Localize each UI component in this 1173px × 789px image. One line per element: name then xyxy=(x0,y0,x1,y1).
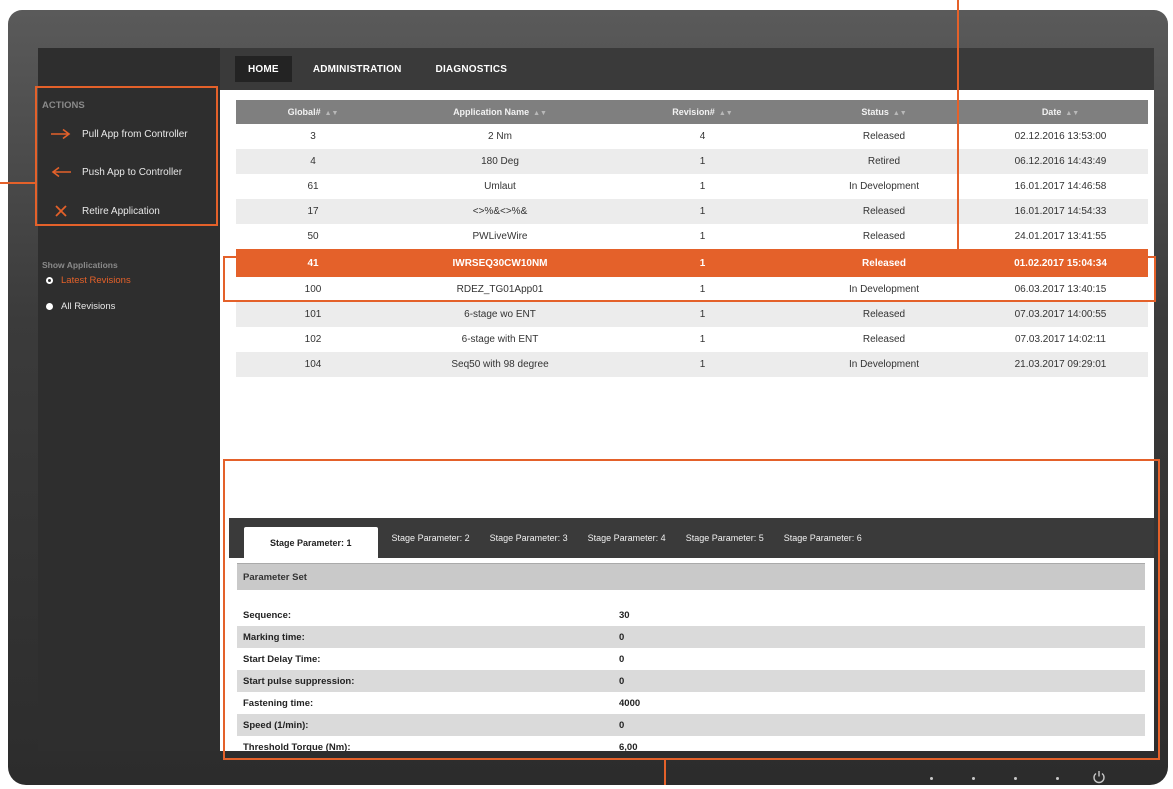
table-cell-status: Retired xyxy=(867,156,901,167)
table-cell-global: 104 xyxy=(304,359,322,370)
table-cell-date: 07.03.2017 14:02:11 xyxy=(1014,334,1106,345)
tab-administration[interactable]: ADMINISTRATION xyxy=(300,56,415,82)
table-cell-global: 101 xyxy=(304,309,322,320)
callout-line-actions xyxy=(0,182,35,184)
column-header-date[interactable]: Date ▲▼ xyxy=(973,107,1148,117)
table-cell-revision: 1 xyxy=(699,231,706,242)
sort-icon: ▲▼ xyxy=(1065,110,1080,117)
table-cell-date: 06.12.2016 14:43:49 xyxy=(1014,156,1107,167)
tab-diagnostics[interactable]: DIAGNOSTICS xyxy=(423,56,521,82)
power-icon[interactable] xyxy=(1092,770,1106,789)
callout-line-selected-row xyxy=(957,0,959,256)
radio-latest-label: Latest Revisions xyxy=(61,275,131,286)
table-row[interactable]: 3 2 Nm 4 Released 02.12.2016 13:53:00 xyxy=(236,124,1148,149)
radio-selected-icon xyxy=(46,277,53,284)
sort-icon: ▲▼ xyxy=(533,110,547,117)
table-cell-date: 24.01.2017 13:41:55 xyxy=(1014,231,1107,242)
column-header-application-name[interactable]: Application Name ▲▼ xyxy=(390,107,610,117)
table-cell-name: Seq50 with 98 degree xyxy=(451,359,549,370)
table-row[interactable]: 101 6-stage wo ENT 1 Released 07.03.2017 14:… xyxy=(236,302,1148,327)
tab-home[interactable]: HOME xyxy=(235,56,292,82)
table-cell-status: Released xyxy=(862,131,906,142)
table-cell-date: 21.03.2017 09:29:01 xyxy=(1014,359,1107,370)
radio-latest-revisions[interactable]: Latest Revisions xyxy=(46,275,131,286)
table-cell-revision: 1 xyxy=(699,359,706,370)
table-cell-status: Released xyxy=(862,206,906,217)
table-cell-status: In Development xyxy=(848,359,920,370)
radio-all-revisions[interactable]: All Revisions xyxy=(46,301,115,312)
table-cell-date: 02.12.2016 13:53:00 xyxy=(1014,131,1107,142)
table-cell-global: 4 xyxy=(310,156,316,167)
sort-icon: ▲▼ xyxy=(892,110,907,117)
table-cell-revision: 1 xyxy=(699,156,706,167)
table-row[interactable]: 102 6-stage with ENT 1 Released 07.03.2017 1… xyxy=(236,327,1148,352)
table-cell-status: Released xyxy=(862,309,906,320)
table-row[interactable]: 50 PWLiveWire 1 Released 24.01.2017 13:41:55 xyxy=(236,224,1148,249)
table-row[interactable]: 61 Umlaut 1 In Development 16.01.2017 14:46:… xyxy=(236,174,1148,199)
callout-line-parameters xyxy=(664,760,666,785)
table-cell-name: 2 Nm xyxy=(488,131,512,142)
top-navigation: HOME ADMINISTRATION DIAGNOSTICS xyxy=(220,48,1154,90)
table-cell-status: Released xyxy=(862,334,906,345)
radio-unselected-icon xyxy=(46,303,53,310)
table-cell-global: 50 xyxy=(307,231,319,242)
table-cell-name: Umlaut xyxy=(484,181,516,192)
table-cell-date: 16.01.2017 14:54:33 xyxy=(1014,206,1107,217)
bezel-button-dot[interactable] xyxy=(930,777,933,780)
table-cell-revision: 1 xyxy=(699,309,706,320)
column-header-revision[interactable]: Revision# ▲▼ xyxy=(610,107,795,117)
column-header-global[interactable]: Global# ▲▼ xyxy=(236,107,390,117)
table-cell-global: 3 xyxy=(310,131,316,142)
table-cell-name: PWLiveWire xyxy=(472,231,528,242)
table-cell-name: <>%&<>%& xyxy=(472,206,528,217)
table-row[interactable]: 4 180 Deg 1 Retired 06.12.2016 14:43:49 xyxy=(236,149,1148,174)
show-applications-title: Show Applications xyxy=(42,260,118,270)
table-cell-global: 61 xyxy=(307,181,319,192)
callout-selected-row xyxy=(223,256,1156,302)
table-cell-revision: 1 xyxy=(699,334,706,345)
table-cell-status: Released xyxy=(862,231,906,242)
table-cell-name: 6-stage wo ENT xyxy=(464,309,536,320)
table-cell-status: In Development xyxy=(848,181,920,192)
callout-actions xyxy=(35,86,218,226)
callout-parameters xyxy=(223,459,1160,760)
column-header-status[interactable]: Status ▲▼ xyxy=(795,107,973,117)
table-body: 3 2 Nm 4 Released 02.12.2016 13:53:00 4 180 De… xyxy=(236,124,1148,377)
table-cell-global: 17 xyxy=(307,206,319,217)
table-row[interactable]: 17 <>%&<>%& 1 Released 16.01.2017 14:54:33 xyxy=(236,199,1148,224)
applications-table: Global# ▲▼ Application Name ▲▼ Revision# ▲▼… xyxy=(236,100,1148,377)
table-cell-global: 102 xyxy=(304,334,322,345)
bezel-button-dot[interactable] xyxy=(1014,777,1017,780)
table-cell-date: 16.01.2017 14:46:58 xyxy=(1014,181,1107,192)
table-cell-revision: 1 xyxy=(699,181,706,192)
table-cell-name: 6-stage with ENT xyxy=(461,334,539,345)
table-cell-revision: 4 xyxy=(699,131,706,142)
table-row[interactable]: 104 Seq50 with 98 degree 1 In Development 21… xyxy=(236,352,1148,377)
sort-icon: ▲▼ xyxy=(324,110,339,117)
table-cell-name: 180 Deg xyxy=(481,156,519,167)
table-cell-revision: 1 xyxy=(699,206,706,217)
table-header: Global# ▲▼ Application Name ▲▼ Revision# ▲▼… xyxy=(236,100,1148,124)
bezel-button-dot[interactable] xyxy=(972,777,975,780)
radio-all-label: All Revisions xyxy=(61,301,116,312)
table-cell-date: 07.03.2017 14:00:55 xyxy=(1014,309,1107,320)
bezel-button-dot[interactable] xyxy=(1056,777,1059,780)
sort-icon: ▲▼ xyxy=(718,110,733,117)
